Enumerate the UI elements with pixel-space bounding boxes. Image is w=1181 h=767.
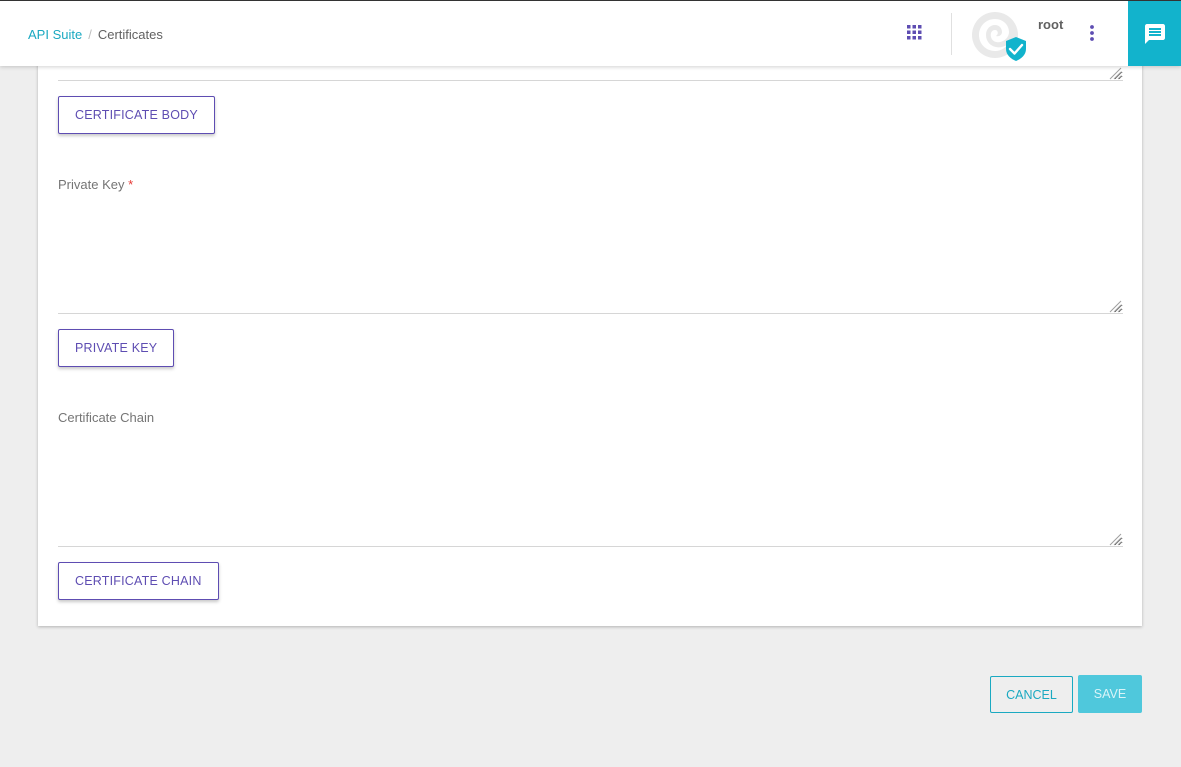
certificate-chain-label: Certificate Chain [58,410,155,425]
breadcrumb-current: Certificates [97,27,163,42]
private-key-upload-button[interactable]: PRIVATE KEY [58,329,175,367]
required-marker: * [128,177,134,192]
certificate-body-upload-button[interactable]: CERTIFICATE BODY [58,96,215,134]
save-button[interactable]: SAVE [1078,675,1142,713]
certificate-form-card: CERTIFICATE BODY Private Key * PRIVATE K… [38,28,1142,626]
breadcrumb-api-suite-link[interactable]: API Suite [28,27,82,42]
breadcrumb-separator: / [88,27,92,42]
private-key-label: Private Key * [58,177,133,192]
header-divider [951,13,952,55]
avatar-logo-icon[interactable] [970,11,1028,63]
certificate-chain-upload-button[interactable]: CERTIFICATE CHAIN [58,562,219,600]
cancel-button[interactable]: CANCEL [990,676,1073,713]
private-key-textarea[interactable] [58,198,1123,314]
more-vert-icon[interactable] [1084,23,1100,43]
top-header: API Suite / Certificates root [0,0,1181,66]
breadcrumb: API Suite / Certificates [28,27,163,42]
chat-button[interactable] [1128,1,1181,66]
apps-grid-icon[interactable] [907,25,922,40]
certificate-chain-textarea[interactable] [58,431,1123,547]
username-label: root [1038,17,1064,32]
chat-message-icon [1144,23,1165,44]
private-key-label-text: Private Key [58,177,125,192]
